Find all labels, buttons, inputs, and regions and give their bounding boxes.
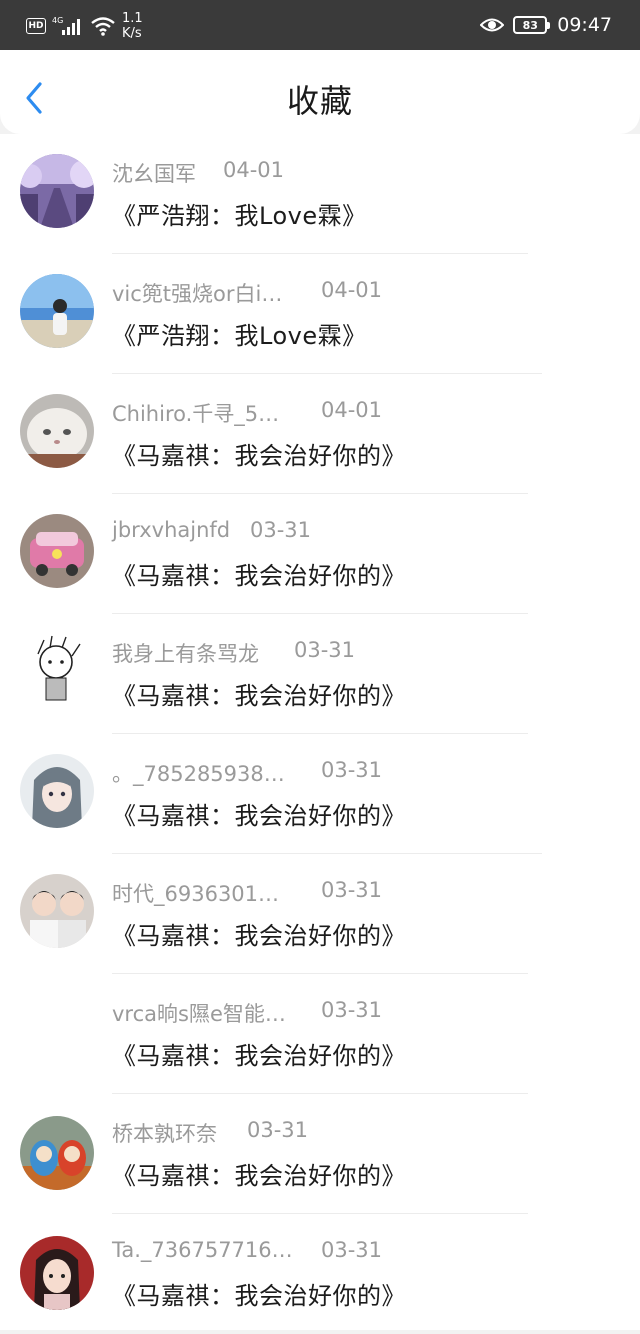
status-bar: HD 4G 1.1 K/s 83 09:47 [0, 0, 640, 50]
meta-line: 时代_6936301… 03-31 [112, 878, 512, 908]
meta-line: jbrxvhajnfd 03-31 [112, 518, 512, 548]
username[interactable]: vrca晌s隰e智能… [112, 998, 286, 1028]
page-title: 收藏 [286, 82, 353, 120]
collection-title[interactable]: 《严浩翔：我Love霖》 [112, 316, 367, 352]
list-item[interactable]: 我身上有条骂龙 03-31 《马嘉祺：我会治好你的》 [0, 614, 640, 734]
avatar[interactable] [20, 514, 94, 588]
meta-line: 桥本孰环奈 03-31 [112, 1118, 512, 1148]
username[interactable]: Chihiro.千寻_5… [112, 398, 279, 428]
list-item[interactable]: vic篼t强烧or白i… 04-01 《严浩翔：我Love霖》 [0, 254, 640, 374]
date: 03-31 [321, 878, 383, 902]
wifi-icon [91, 17, 115, 36]
meta-line: 沈幺国军 04-01 [112, 158, 512, 188]
meta-line: vrca晌s隰e智能… 03-31 [112, 998, 512, 1028]
meta-line: 。_785285938… 03-31 [112, 758, 512, 788]
username[interactable]: jbrxvhajnfd [112, 518, 230, 542]
hd-icon: HD [26, 18, 46, 34]
date: 03-31 [321, 1238, 383, 1262]
avatar[interactable] [20, 1236, 94, 1310]
list-item[interactable]: jbrxvhajnfd 03-31 《马嘉祺：我会治好你的》 [0, 494, 640, 614]
favorites-list: 沈幺国军 04-01 《严浩翔：我Love霖》 vic篼t强烧or白i… 04-… [0, 134, 640, 1330]
meta-line: Ta._736757716… 03-31 [112, 1238, 512, 1268]
svg-text:4G: 4G [52, 16, 63, 25]
avatar[interactable] [20, 754, 94, 828]
date: 03-31 [321, 758, 383, 782]
date: 03-31 [250, 518, 312, 542]
collection-title[interactable]: 《马嘉祺：我会治好你的》 [112, 1036, 406, 1072]
collection-title[interactable]: 《马嘉祺：我会治好你的》 [112, 1276, 406, 1312]
avatar[interactable] [20, 274, 94, 348]
avatar[interactable] [20, 1116, 94, 1190]
username[interactable]: 桥本孰环奈 [112, 1118, 217, 1148]
meta-line: 我身上有条骂龙 03-31 [112, 638, 512, 668]
speed-unit: K/s [122, 26, 142, 41]
collection-title[interactable]: 《马嘉祺：我会治好你的》 [112, 916, 406, 952]
battery-level: 83 [522, 18, 538, 32]
collection-title[interactable]: 《马嘉祺：我会治好你的》 [112, 556, 406, 592]
collection-title[interactable]: 《马嘉祺：我会治好你的》 [112, 796, 406, 832]
date: 03-31 [321, 998, 383, 1022]
username[interactable]: 时代_6936301… [112, 878, 279, 908]
username[interactable]: 沈幺国军 [112, 158, 196, 188]
list-item[interactable]: 时代_6936301… 03-31 《马嘉祺：我会治好你的》 [0, 854, 640, 974]
network-speed: 1.1 K/s [122, 11, 143, 41]
date: 04-01 [223, 158, 285, 182]
username[interactable]: 。_785285938… [112, 758, 285, 788]
clock: 09:47 [557, 14, 612, 36]
hd-label: HD [28, 21, 44, 31]
username[interactable]: vic篼t强烧or白i… [112, 278, 282, 308]
date: 03-31 [247, 1118, 309, 1142]
header: 收藏 [0, 50, 640, 134]
collection-title[interactable]: 《马嘉祺：我会治好你的》 [112, 676, 406, 712]
date: 04-01 [321, 278, 383, 302]
list-item[interactable]: vrca晌s隰e智能… 03-31 《马嘉祺：我会治好你的》 [0, 974, 640, 1094]
username[interactable]: Ta._736757716… [112, 1238, 293, 1262]
list-item[interactable]: Ta._736757716… 03-31 《马嘉祺：我会治好你的》 [0, 1214, 640, 1334]
eye-icon [480, 18, 505, 32]
avatar[interactable] [20, 874, 94, 948]
status-right: 83 09:47 [480, 9, 612, 41]
collection-title[interactable]: 《马嘉祺：我会治好你的》 [112, 1156, 406, 1192]
avatar[interactable] [20, 634, 94, 708]
collection-title[interactable]: 《严浩翔：我Love霖》 [112, 196, 367, 232]
username[interactable]: 我身上有条骂龙 [112, 638, 259, 668]
date: 04-01 [321, 398, 383, 422]
meta-line: Chihiro.千寻_5… 04-01 [112, 398, 512, 428]
collection-title[interactable]: 《马嘉祺：我会治好你的》 [112, 436, 406, 472]
list-item[interactable]: 桥本孰环奈 03-31 《马嘉祺：我会治好你的》 [0, 1094, 640, 1214]
avatar[interactable] [20, 394, 94, 468]
date: 03-31 [294, 638, 356, 662]
list-item[interactable]: 沈幺国军 04-01 《严浩翔：我Love霖》 [0, 134, 640, 254]
list-item[interactable]: Chihiro.千寻_5… 04-01 《马嘉祺：我会治好你的》 [0, 374, 640, 494]
speed-value: 1.1 [122, 11, 143, 26]
status-left: HD 4G 1.1 K/s [26, 10, 143, 42]
signal-icon: 4G [52, 16, 80, 35]
meta-line: vic篼t强烧or白i… 04-01 [112, 278, 512, 308]
list-item[interactable]: 。_785285938… 03-31 《马嘉祺：我会治好你的》 [0, 734, 640, 854]
battery-icon: 83 [513, 16, 551, 34]
avatar[interactable] [20, 154, 94, 228]
